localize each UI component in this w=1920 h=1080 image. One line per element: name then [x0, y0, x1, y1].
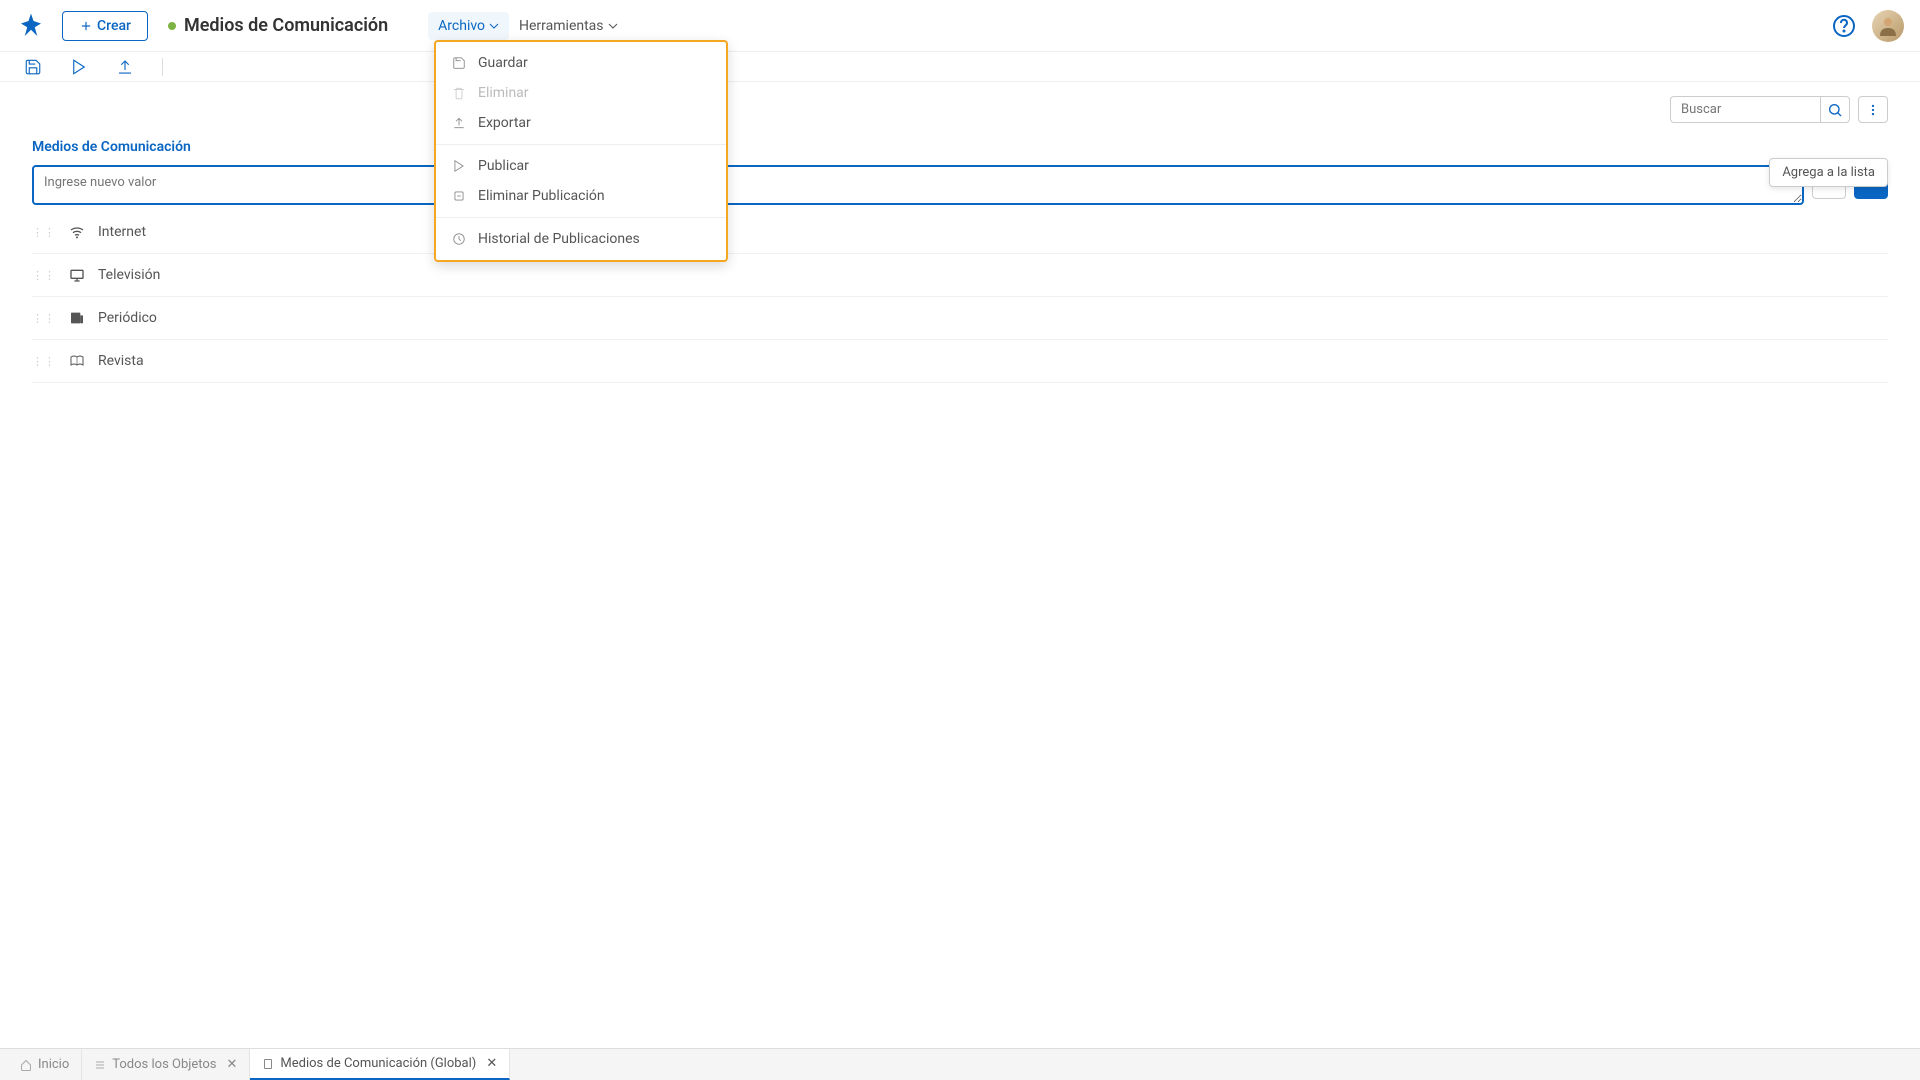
close-icon[interactable]: ✕ — [486, 1056, 497, 1071]
book-icon — [68, 352, 86, 370]
menu-archive[interactable]: Archivo — [428, 12, 509, 40]
home-icon — [20, 1059, 32, 1071]
search-button[interactable] — [1820, 96, 1850, 123]
list-item[interactable]: ⋮⋮ Periódico — [32, 297, 1888, 340]
search-input[interactable] — [1670, 96, 1820, 123]
add-tooltip: Agrega a la lista — [1769, 158, 1888, 187]
dropdown-item-delete: Eliminar — [436, 78, 726, 108]
section-title: Medios de Comunicación — [32, 139, 1888, 155]
drag-handle-icon[interactable]: ⋮⋮ — [32, 226, 56, 239]
list-item[interactable]: ⋮⋮ Internet — [32, 211, 1888, 254]
create-button[interactable]: Crear — [62, 11, 148, 41]
plus-icon — [79, 19, 93, 33]
create-label: Crear — [97, 18, 131, 34]
list-label: Internet — [98, 224, 146, 240]
play-icon — [452, 159, 466, 173]
trash-icon — [452, 86, 466, 100]
tab-all-objects[interactable]: Todos los Objetos ✕ — [82, 1049, 250, 1080]
save-icon — [452, 56, 466, 70]
drag-handle-icon[interactable]: ⋮⋮ — [32, 312, 56, 325]
list-label: Revista — [98, 353, 144, 369]
list-label: Periódico — [98, 310, 157, 326]
user-avatar[interactable] — [1872, 10, 1904, 42]
tab-media[interactable]: Medios de Comunicación (Global) ✕ — [250, 1049, 510, 1080]
divider — [162, 58, 163, 76]
action-toolbar — [0, 52, 1920, 82]
unpublish-icon — [452, 189, 466, 203]
page-title: Medios de Comunicación — [184, 15, 388, 36]
new-value-input[interactable] — [32, 165, 1804, 205]
archive-dropdown: Guardar Eliminar Exportar Publicar Elimi… — [434, 40, 728, 262]
help-icon[interactable] — [1832, 14, 1856, 38]
list-item[interactable]: ⋮⋮ Televisión — [32, 254, 1888, 297]
top-bar: Crear Medios de Comunicación Archivo Her… — [0, 0, 1920, 52]
list-label: Televisión — [98, 267, 160, 283]
drag-handle-icon[interactable]: ⋮⋮ — [32, 269, 56, 282]
history-icon — [452, 232, 466, 246]
chevron-down-icon — [489, 21, 499, 31]
dropdown-item-history[interactable]: Historial de Publicaciones — [436, 224, 726, 254]
search-icon — [1827, 102, 1843, 118]
dropdown-item-unpublish[interactable]: Eliminar Publicación — [436, 181, 726, 211]
dropdown-item-save[interactable]: Guardar — [436, 48, 726, 78]
menu-tools[interactable]: Herramientas — [509, 12, 628, 40]
play-icon — [70, 58, 88, 76]
main-content: Medios de Comunicación ⋮⋮ Internet ⋮⋮ Te… — [0, 123, 1920, 399]
app-logo[interactable] — [16, 11, 46, 41]
export-button[interactable] — [116, 58, 134, 76]
dropdown-item-export[interactable]: Exportar — [436, 108, 726, 138]
save-button[interactable] — [24, 58, 42, 76]
close-icon[interactable]: ✕ — [227, 1057, 238, 1072]
tv-icon — [68, 266, 86, 284]
export-icon — [452, 116, 466, 130]
export-icon — [116, 58, 134, 76]
tab-home[interactable]: Inicio — [8, 1049, 82, 1080]
play-button[interactable] — [70, 58, 88, 76]
dropdown-item-publish[interactable]: Publicar — [436, 151, 726, 181]
list-item[interactable]: ⋮⋮ Revista — [32, 340, 1888, 383]
doc-icon — [262, 1058, 274, 1070]
list-icon — [94, 1059, 106, 1071]
drag-handle-icon[interactable]: ⋮⋮ — [32, 355, 56, 368]
more-vertical-icon — [1866, 103, 1880, 117]
save-icon — [24, 58, 42, 76]
status-dot-icon — [168, 22, 176, 30]
newspaper-icon — [68, 309, 86, 327]
more-options-button[interactable] — [1858, 96, 1888, 123]
chevron-down-icon — [608, 21, 618, 31]
wifi-icon — [68, 223, 86, 241]
content-toolbar — [0, 82, 1920, 123]
bottom-tabs: Inicio Todos los Objetos ✕ Medios de Com… — [0, 1048, 1920, 1080]
